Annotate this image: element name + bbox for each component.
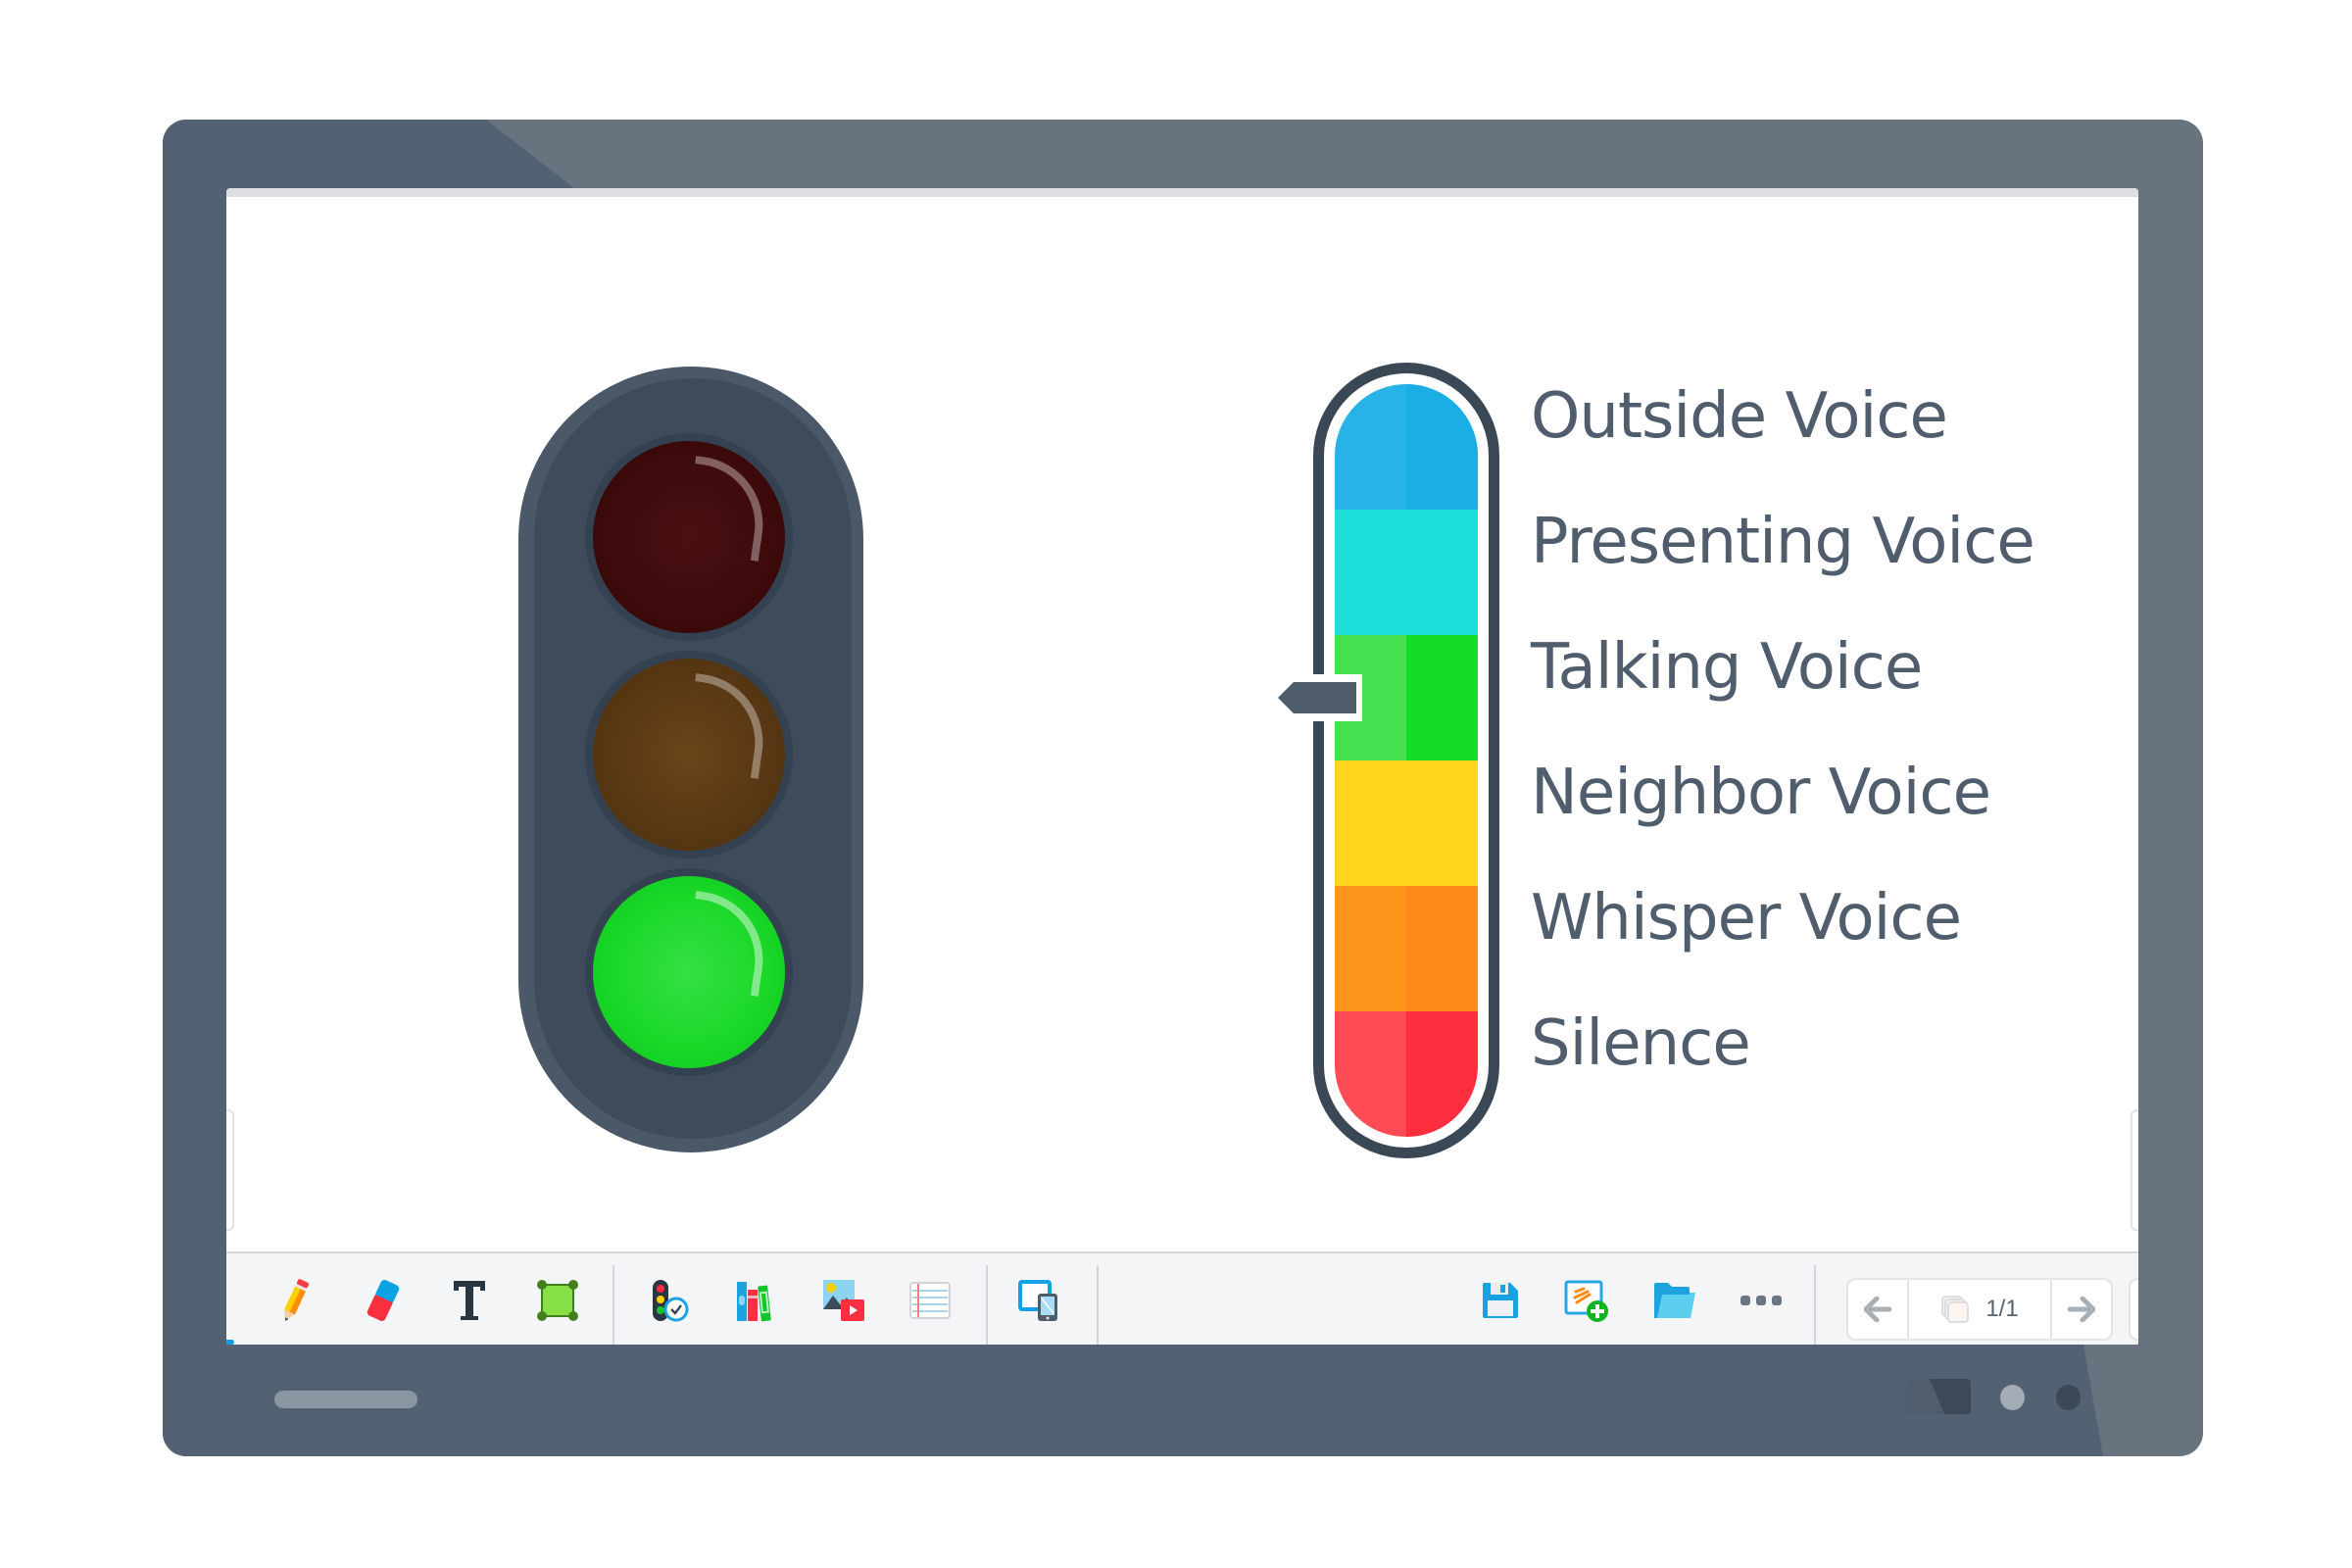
save-icon <box>1483 1283 1518 1318</box>
open-button[interactable] <box>1645 1271 1704 1330</box>
meter-fill <box>1335 384 1478 1137</box>
save-button[interactable] <box>1471 1271 1530 1330</box>
camera-sensor <box>1906 1379 1971 1414</box>
voice-level-label[interactable]: Talking Voice <box>1531 631 1923 704</box>
next-page-button[interactable] <box>2050 1280 2111 1339</box>
page-indicator[interactable]: 1/1 <box>1909 1280 2050 1339</box>
meter-segment-shade <box>1406 510 1478 635</box>
left-panel-handle[interactable] <box>226 1109 234 1231</box>
folder-icon <box>1654 1283 1695 1318</box>
lined-paper-icon <box>909 1282 951 1319</box>
eraser-tool-button[interactable] <box>354 1271 413 1330</box>
voice-level-label[interactable]: Whisper Voice <box>1531 882 1962 955</box>
meter-segment[interactable] <box>1335 760 1478 886</box>
red-lamp[interactable] <box>585 433 793 641</box>
right-panel-handle[interactable] <box>2131 1109 2138 1231</box>
media-button[interactable] <box>814 1271 873 1330</box>
pages-icon <box>1941 1296 1970 1323</box>
books-icon <box>737 1282 771 1322</box>
traffic-light-timer-icon <box>653 1280 689 1322</box>
green-lamp[interactable] <box>585 868 793 1076</box>
amber-lamp[interactable] <box>585 651 793 858</box>
whiteboard-screen: Outside Voice Presenting Voice Talking Voi… <box>226 188 2138 1345</box>
meter-segment-shade <box>1406 384 1478 510</box>
level-pointer[interactable] <box>1266 670 1364 725</box>
voice-level-label[interactable]: Silence <box>1531 1007 1751 1080</box>
bottom-toolbar: 1/1 <box>226 1251 2138 1345</box>
toolbar-divider <box>1097 1265 1099 1345</box>
previous-page-button[interactable] <box>1848 1280 1909 1339</box>
background-button[interactable] <box>901 1271 959 1330</box>
library-button[interactable] <box>726 1271 785 1330</box>
eraser-icon <box>367 1279 400 1322</box>
meter-segment[interactable] <box>1335 886 1478 1011</box>
traffic-light-widget[interactable] <box>518 367 863 1152</box>
meter-segment-shade <box>1406 760 1478 886</box>
meter-segment-shade <box>1406 1011 1478 1137</box>
device-cast-icon <box>1018 1280 1057 1321</box>
arrow-right-icon <box>2068 1297 2095 1322</box>
voice-level-label[interactable]: Neighbor Voice <box>1531 757 1991 829</box>
pencil-icon <box>284 1279 310 1321</box>
screen-top-strip <box>226 188 2138 197</box>
voice-level-label[interactable]: Presenting Voice <box>1531 506 2035 578</box>
page-count: 1/1 <box>1985 1296 2019 1322</box>
toolbar-divider <box>1814 1265 1816 1345</box>
meter-segment[interactable] <box>1335 510 1478 635</box>
add-page-button[interactable] <box>1557 1271 1616 1330</box>
meter-segment-shade <box>1406 886 1478 1011</box>
add-page-icon <box>1564 1280 1608 1322</box>
toolbar-divider <box>612 1265 614 1345</box>
text-icon <box>454 1281 485 1320</box>
toolbar-divider <box>986 1265 988 1345</box>
voice-level-meter[interactable] <box>1313 363 1499 1158</box>
shape-tool-button[interactable] <box>528 1271 587 1330</box>
voice-level-label[interactable]: Outside Voice <box>1531 380 1948 453</box>
more-icon <box>1740 1296 1782 1305</box>
meter-segment-shade <box>1406 635 1478 760</box>
text-tool-button[interactable] <box>440 1271 499 1330</box>
speaker-grille <box>274 1391 417 1408</box>
meter-segment[interactable] <box>1335 1011 1478 1137</box>
screen-share-button[interactable] <box>1010 1271 1069 1330</box>
classroom-tools-button[interactable] <box>640 1271 699 1330</box>
pen-tool-button[interactable] <box>266 1271 324 1330</box>
active-indicator <box>226 1340 234 1345</box>
more-button[interactable] <box>1732 1271 1790 1330</box>
toolbar-overflow-control[interactable] <box>2129 1278 2138 1341</box>
power-button[interactable] <box>2056 1385 2081 1410</box>
meter-segment[interactable] <box>1335 384 1478 510</box>
indicator-light <box>2000 1385 2025 1410</box>
image-video-icon <box>823 1280 864 1321</box>
arrow-left-icon <box>1864 1297 1891 1322</box>
shape-select-icon <box>537 1280 578 1321</box>
page-navigator: 1/1 <box>1846 1278 2113 1341</box>
